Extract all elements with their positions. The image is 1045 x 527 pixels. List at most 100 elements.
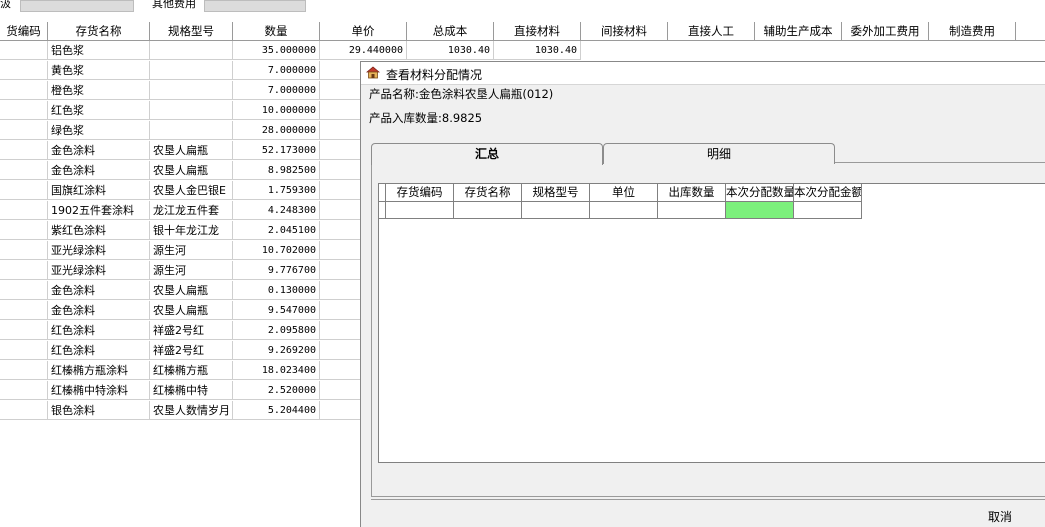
cell-qty[interactable]: 7.000000: [233, 61, 320, 80]
col-header-name[interactable]: 存货名称: [48, 22, 150, 41]
cell-price[interactable]: 29.440000: [320, 41, 407, 60]
cell-name[interactable]: 国旗红涂料: [48, 181, 150, 200]
tab-detail[interactable]: 明细: [603, 143, 835, 164]
cell-qty[interactable]: 7.000000: [233, 81, 320, 100]
subgrid-col-spec[interactable]: 规格型号: [522, 184, 590, 202]
col-header-direct-labor[interactable]: 直接人工: [668, 22, 755, 41]
col-header-direct-material[interactable]: 直接材料: [494, 22, 581, 41]
subgrid-cell-alloc-amount[interactable]: [794, 202, 862, 219]
cell-code[interactable]: [0, 161, 48, 180]
cell-code[interactable]: [0, 221, 48, 240]
table-row[interactable]: 铝色浆 35.000000 29.440000 1030.40 1030.40: [0, 41, 581, 61]
subgrid-cell-name[interactable]: [454, 202, 522, 219]
cell-qty[interactable]: 9.547000: [233, 301, 320, 320]
cell-qty[interactable]: 28.000000: [233, 121, 320, 140]
cell-code[interactable]: [0, 301, 48, 320]
cell-name[interactable]: 1902五件套涂料: [48, 201, 150, 220]
cell-name[interactable]: 红榛椭中特涂料: [48, 381, 150, 400]
cell-code[interactable]: [0, 81, 48, 100]
subgrid-col-name[interactable]: 存货名称: [454, 184, 522, 202]
col-header-price[interactable]: 单价: [320, 22, 407, 41]
cancel-button[interactable]: 取消: [988, 508, 1012, 525]
cell-qty[interactable]: 10.000000: [233, 101, 320, 120]
cell-code[interactable]: [0, 41, 48, 60]
cell-name[interactable]: 银色涂料: [48, 401, 150, 420]
cell-name[interactable]: 紫红色涂料: [48, 221, 150, 240]
cell-name[interactable]: 金色涂料: [48, 141, 150, 160]
cell-spec[interactable]: [150, 121, 233, 140]
cell-spec[interactable]: [150, 61, 233, 80]
cell-qty[interactable]: 0.130000: [233, 281, 320, 300]
cell-name[interactable]: 亚光绿涂料: [48, 261, 150, 280]
subgrid-cell-code[interactable]: [386, 202, 454, 219]
dialog-titlebar[interactable]: 查看材料分配情况: [361, 62, 1045, 85]
cell-qty[interactable]: 35.000000: [233, 41, 320, 60]
cell-spec[interactable]: [150, 81, 233, 100]
cell-name[interactable]: 金色涂料: [48, 301, 150, 320]
cell-code[interactable]: [0, 281, 48, 300]
cell-name[interactable]: 红色涂料: [48, 321, 150, 340]
cell-qty[interactable]: 2.095800: [233, 321, 320, 340]
cell-code[interactable]: [0, 381, 48, 400]
subgrid-cell-spec[interactable]: [522, 202, 590, 219]
cell-code[interactable]: [0, 201, 48, 220]
cell-name[interactable]: 金色涂料: [48, 281, 150, 300]
cell-spec[interactable]: 源生河: [150, 261, 233, 280]
cell-spec[interactable]: 农垦人金巴银E: [150, 181, 233, 200]
cell-spec[interactable]: 农垦人数情岁月: [150, 401, 233, 420]
cell-code[interactable]: [0, 341, 48, 360]
cell-name[interactable]: 红榛椭方瓶涂料: [48, 361, 150, 380]
cell-qty[interactable]: 9.269200: [233, 341, 320, 360]
cell-code[interactable]: [0, 61, 48, 80]
cell-spec[interactable]: 农垦人扁瓶: [150, 301, 233, 320]
top-tab-1[interactable]: 汲: [0, 0, 11, 12]
cell-direct-material[interactable]: 1030.40: [494, 41, 581, 60]
cell-name[interactable]: 红色浆: [48, 101, 150, 120]
col-header-indirect-material[interactable]: 间接材料: [581, 22, 668, 41]
cell-spec[interactable]: 银十年龙江龙: [150, 221, 233, 240]
cell-spec[interactable]: 源生河: [150, 241, 233, 260]
cell-code[interactable]: [0, 361, 48, 380]
cell-spec[interactable]: 红榛椭中特: [150, 381, 233, 400]
col-header-qty[interactable]: 数量: [233, 22, 320, 41]
cell-code[interactable]: [0, 241, 48, 260]
cell-name[interactable]: 铝色浆: [48, 41, 150, 60]
cell-spec[interactable]: [150, 101, 233, 120]
subgrid-col-alloc-qty[interactable]: 本次分配数量: [726, 184, 794, 202]
cell-code[interactable]: [0, 141, 48, 160]
subgrid-cell-out-qty[interactable]: [658, 202, 726, 219]
cell-qty[interactable]: 52.173000: [233, 141, 320, 160]
cell-spec[interactable]: 农垦人扁瓶: [150, 281, 233, 300]
tab-summary[interactable]: 汇总: [371, 143, 603, 165]
cell-qty[interactable]: 2.520000: [233, 381, 320, 400]
cell-qty[interactable]: 8.982500: [233, 161, 320, 180]
subgrid-col-alloc-amount[interactable]: 本次分配金额: [794, 184, 862, 202]
cell-code[interactable]: [0, 321, 48, 340]
cell-qty[interactable]: 5.204400: [233, 401, 320, 420]
subgrid-col-out-qty[interactable]: 出库数量: [658, 184, 726, 202]
cell-code[interactable]: [0, 261, 48, 280]
cell-code[interactable]: [0, 181, 48, 200]
cell-spec[interactable]: 龙江龙五件套: [150, 201, 233, 220]
subgrid-cell-alloc-qty[interactable]: [726, 202, 794, 219]
cell-code[interactable]: [0, 401, 48, 420]
col-header-code[interactable]: 货编码: [0, 22, 48, 41]
cell-spec[interactable]: 祥盛2号红: [150, 341, 233, 360]
cell-code[interactable]: [0, 121, 48, 140]
cell-qty[interactable]: 2.045100: [233, 221, 320, 240]
cell-code[interactable]: [0, 101, 48, 120]
cell-qty[interactable]: 1.759300: [233, 181, 320, 200]
cell-spec[interactable]: [150, 41, 233, 60]
cell-qty[interactable]: 9.776700: [233, 261, 320, 280]
col-header-spec[interactable]: 规格型号: [150, 22, 233, 41]
subgrid-col-unit[interactable]: 单位: [590, 184, 658, 202]
col-header-aux-cost[interactable]: 辅助生产成本: [755, 22, 842, 41]
cell-name[interactable]: 红色涂料: [48, 341, 150, 360]
cell-spec[interactable]: 农垦人扁瓶: [150, 161, 233, 180]
top-tab-2[interactable]: 其他费用: [152, 0, 196, 12]
cell-spec[interactable]: 祥盛2号红: [150, 321, 233, 340]
subgrid-row-indicator[interactable]: [379, 202, 386, 219]
cell-name[interactable]: 金色涂料: [48, 161, 150, 180]
cell-name[interactable]: 亚光绿涂料: [48, 241, 150, 260]
cell-name[interactable]: 橙色浆: [48, 81, 150, 100]
